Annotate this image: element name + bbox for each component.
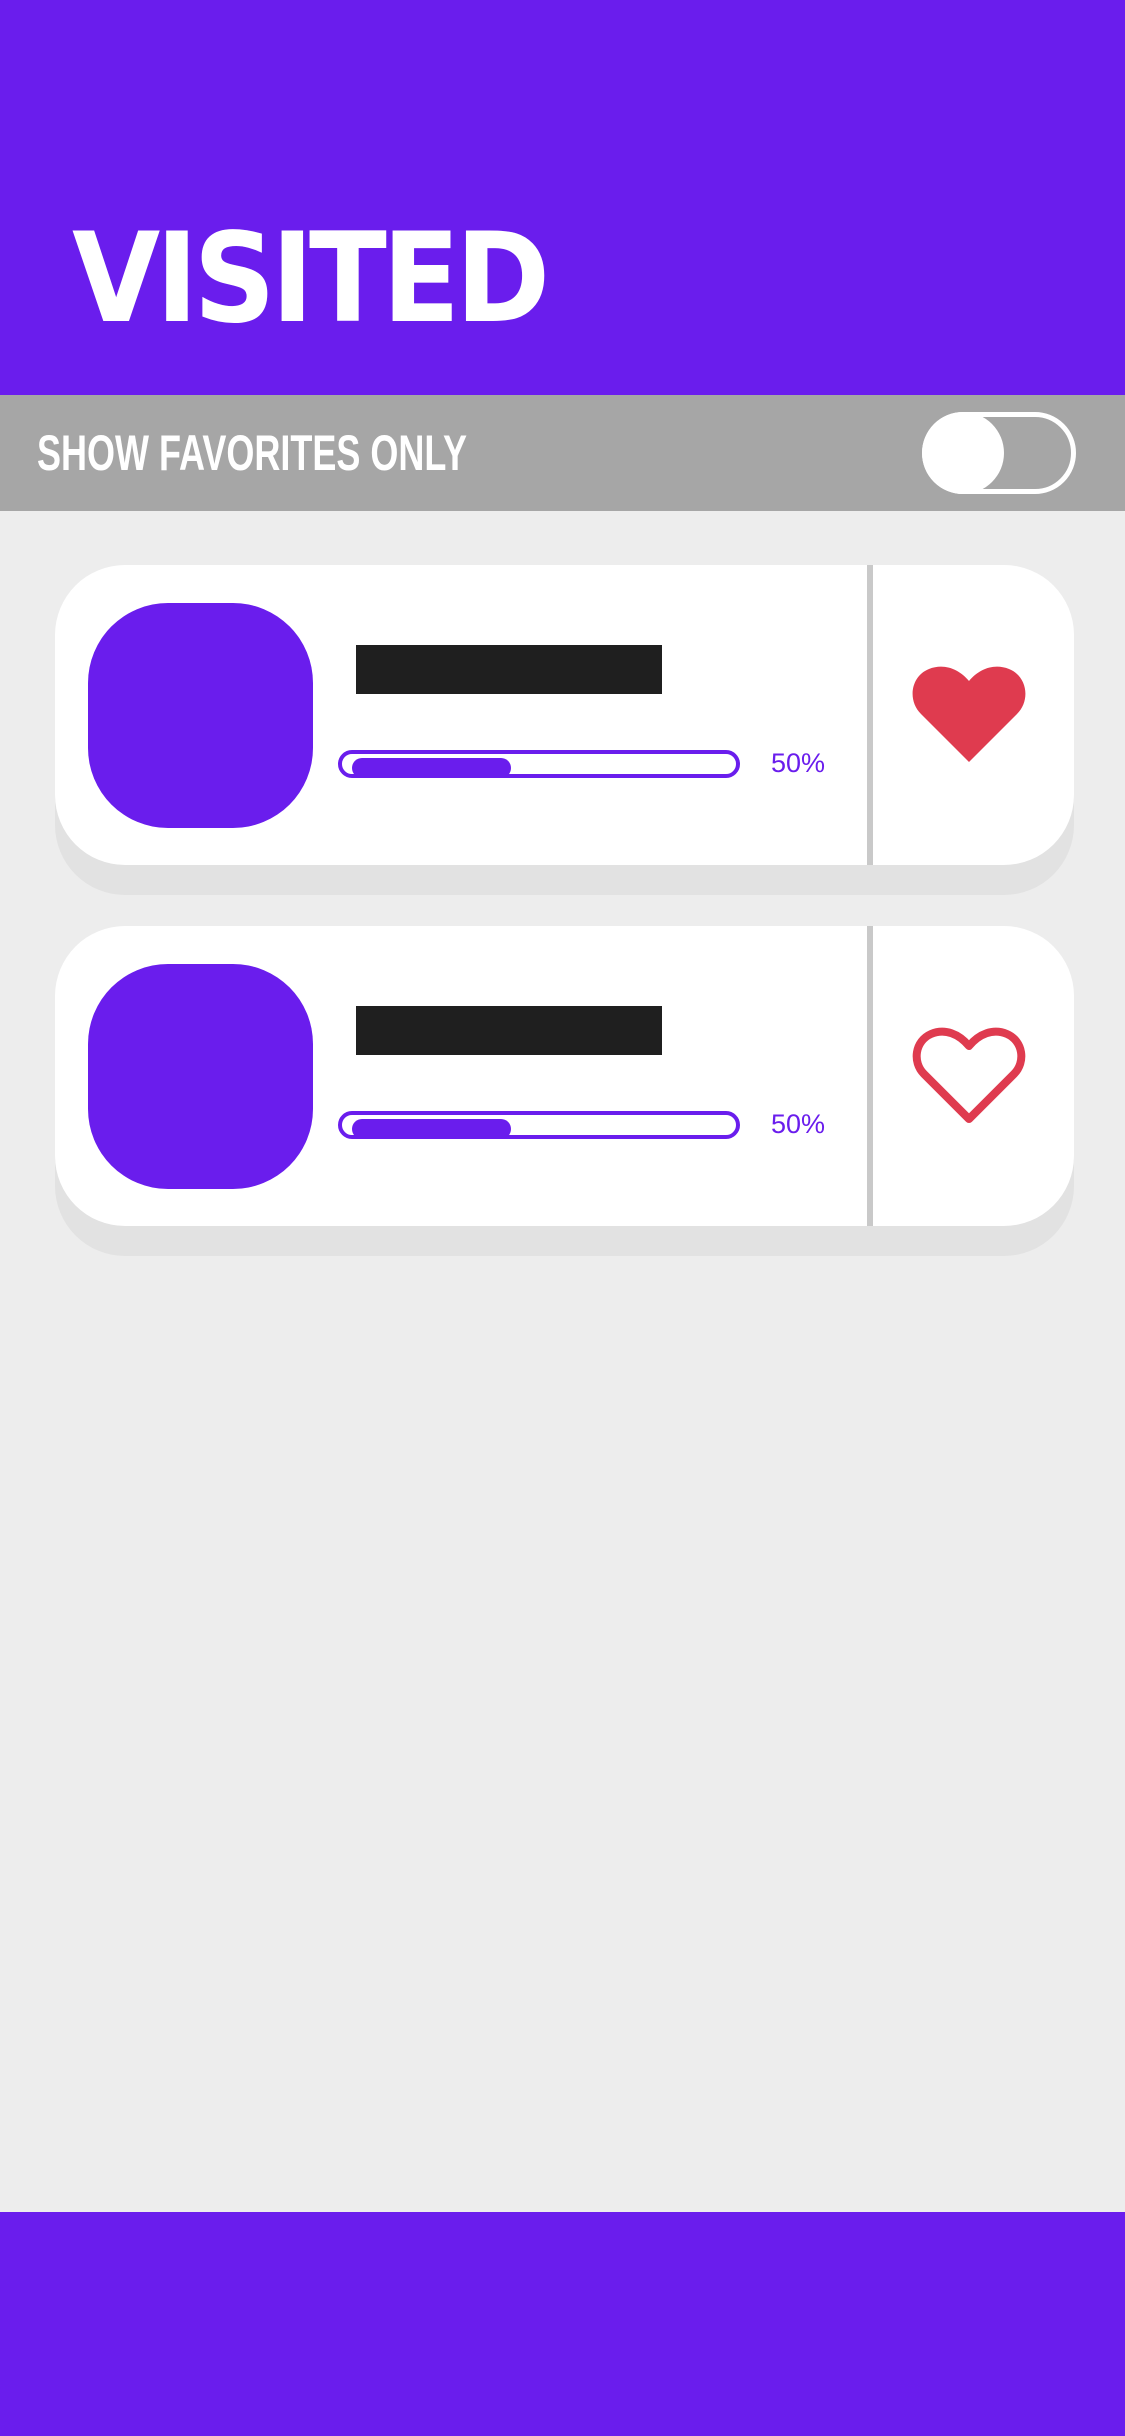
header: VISITED	[0, 0, 1125, 395]
item-title-redacted	[356, 1006, 662, 1055]
favorite-button[interactable]	[873, 565, 1074, 865]
progress-bar	[338, 750, 740, 778]
progress-label: 50%	[771, 1109, 826, 1139]
heart-filled-icon	[912, 666, 1026, 762]
filter-label: SHOW FAVORITES ONLY	[37, 425, 468, 481]
favorite-button[interactable]	[873, 926, 1074, 1226]
item-title-redacted	[356, 645, 662, 694]
page-title: VISITED	[72, 207, 550, 351]
item-thumbnail	[88, 964, 313, 1189]
progress-bar	[338, 1111, 740, 1139]
progress-label: 50%	[771, 748, 826, 778]
toggle-knob	[922, 412, 1004, 494]
favorites-filter-bar: SHOW FAVORITES ONLY	[0, 395, 1125, 511]
list-item-card[interactable]: 50%	[55, 926, 1074, 1226]
bottom-bar	[0, 2212, 1125, 2436]
item-thumbnail	[88, 603, 313, 828]
heart-outline-icon	[912, 1027, 1026, 1123]
list-item-card[interactable]: 50%	[55, 565, 1074, 865]
progress-fill	[352, 1119, 511, 1139]
favorites-only-toggle[interactable]	[922, 412, 1076, 494]
progress-fill	[352, 758, 511, 778]
